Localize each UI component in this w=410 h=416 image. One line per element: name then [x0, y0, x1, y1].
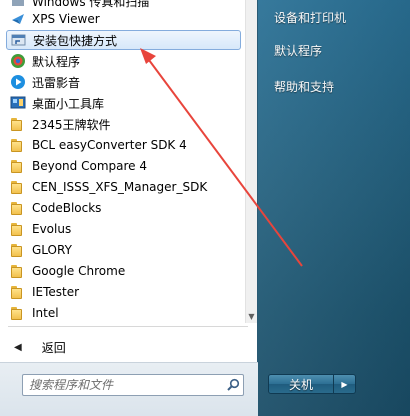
search-area — [0, 362, 258, 416]
program-folder-intel[interactable]: Intel — [6, 303, 241, 323]
shutdown-options-button[interactable]: ▶ — [334, 374, 356, 394]
search-icon[interactable] — [223, 376, 243, 394]
program-label: BCL easyConverter SDK 4 — [32, 138, 187, 152]
program-folder-2345[interactable]: 2345王牌软件 — [6, 114, 241, 134]
folder-icon — [10, 179, 26, 195]
back-label: 返回 — [41, 340, 66, 355]
program-folder-google-chrome[interactable]: Google Chrome — [6, 261, 241, 281]
folder-icon — [10, 242, 26, 258]
shortcut-icon — [11, 32, 27, 48]
folder-icon — [10, 284, 26, 300]
program-folder-beyond-compare[interactable]: Beyond Compare 4 — [6, 156, 241, 176]
program-label: Beyond Compare 4 — [32, 159, 147, 173]
program-label: XPS Viewer — [32, 12, 100, 26]
folder-icon — [10, 200, 26, 216]
program-label: 2345王牌软件 — [32, 117, 111, 132]
program-item-xunlei-player[interactable]: 迅雷影音 — [6, 72, 241, 92]
back-arrow-icon: ◀ — [14, 341, 22, 353]
shutdown-button[interactable]: 关机 — [268, 374, 334, 394]
folder-icon — [10, 305, 26, 321]
search-box[interactable] — [22, 374, 244, 396]
program-item-installer-shortcut[interactable]: 安装包快捷方式 — [6, 30, 241, 50]
program-label: GLORY — [32, 243, 72, 257]
help-support-link[interactable]: 帮助和支持 — [274, 78, 334, 95]
shutdown-label: 关机 — [288, 377, 313, 392]
program-label: 迅雷影音 — [32, 75, 81, 90]
program-label: Evolus — [32, 222, 72, 236]
right-panel: 设备和打印机 默认程序 帮助和支持 — [258, 0, 410, 416]
chevron-right-icon: ▶ — [341, 379, 348, 389]
program-label: 安装包快捷方式 — [33, 33, 118, 48]
back-button[interactable]: ◀ 返回 — [14, 336, 66, 358]
folder-icon — [10, 116, 26, 132]
search-input[interactable] — [23, 376, 223, 394]
default-programs-icon — [10, 53, 26, 69]
program-label: CEN_ISSS_XFS_Manager_SDK — [32, 180, 208, 194]
program-folder-evolus[interactable]: Evolus — [6, 219, 241, 239]
program-item-default-programs[interactable]: 默认程序 — [6, 51, 241, 71]
folder-icon — [10, 158, 26, 174]
program-label: IETester — [32, 285, 80, 299]
program-folder-bcl[interactable]: BCL easyConverter SDK 4 — [6, 135, 241, 155]
divider — [8, 326, 248, 327]
xps-viewer-icon — [10, 11, 26, 27]
program-label: 桌面小工具库 — [32, 96, 105, 111]
fax-icon — [10, 0, 26, 9]
program-folder-codeblocks[interactable]: CodeBlocks — [6, 198, 241, 218]
folder-icon — [10, 263, 26, 279]
program-item-gadgets[interactable]: 桌面小工具库 — [6, 93, 241, 113]
program-label: CodeBlocks — [32, 201, 102, 215]
program-item-xps-viewer[interactable]: XPS Viewer — [6, 9, 241, 29]
gadgets-icon — [10, 95, 26, 111]
default-programs-link[interactable]: 默认程序 — [274, 42, 322, 59]
folder-icon — [10, 221, 26, 237]
program-folder-ietester[interactable]: IETester — [6, 282, 241, 302]
devices-printers-link[interactable]: 设备和打印机 — [274, 9, 346, 26]
programs-panel: Windows 传真和扫描 XPS Viewer 安装包快捷方式 默认程序 迅雷… — [0, 0, 258, 416]
programs-scrollbar[interactable]: ▼ — [245, 0, 257, 323]
all-programs-list: Windows 传真和扫描 XPS Viewer 安装包快捷方式 默认程序 迅雷… — [0, 0, 245, 323]
program-label: 默认程序 — [32, 54, 81, 69]
folder-icon — [10, 137, 26, 153]
scroll-down-arrow-icon[interactable]: ▼ — [246, 311, 257, 323]
program-folder-glory[interactable]: GLORY — [6, 240, 241, 260]
program-label: Google Chrome — [32, 264, 126, 278]
media-player-icon — [10, 74, 26, 90]
program-folder-cen-xfs[interactable]: CEN_ISSS_XFS_Manager_SDK — [6, 177, 241, 197]
program-label: Intel — [32, 306, 59, 320]
